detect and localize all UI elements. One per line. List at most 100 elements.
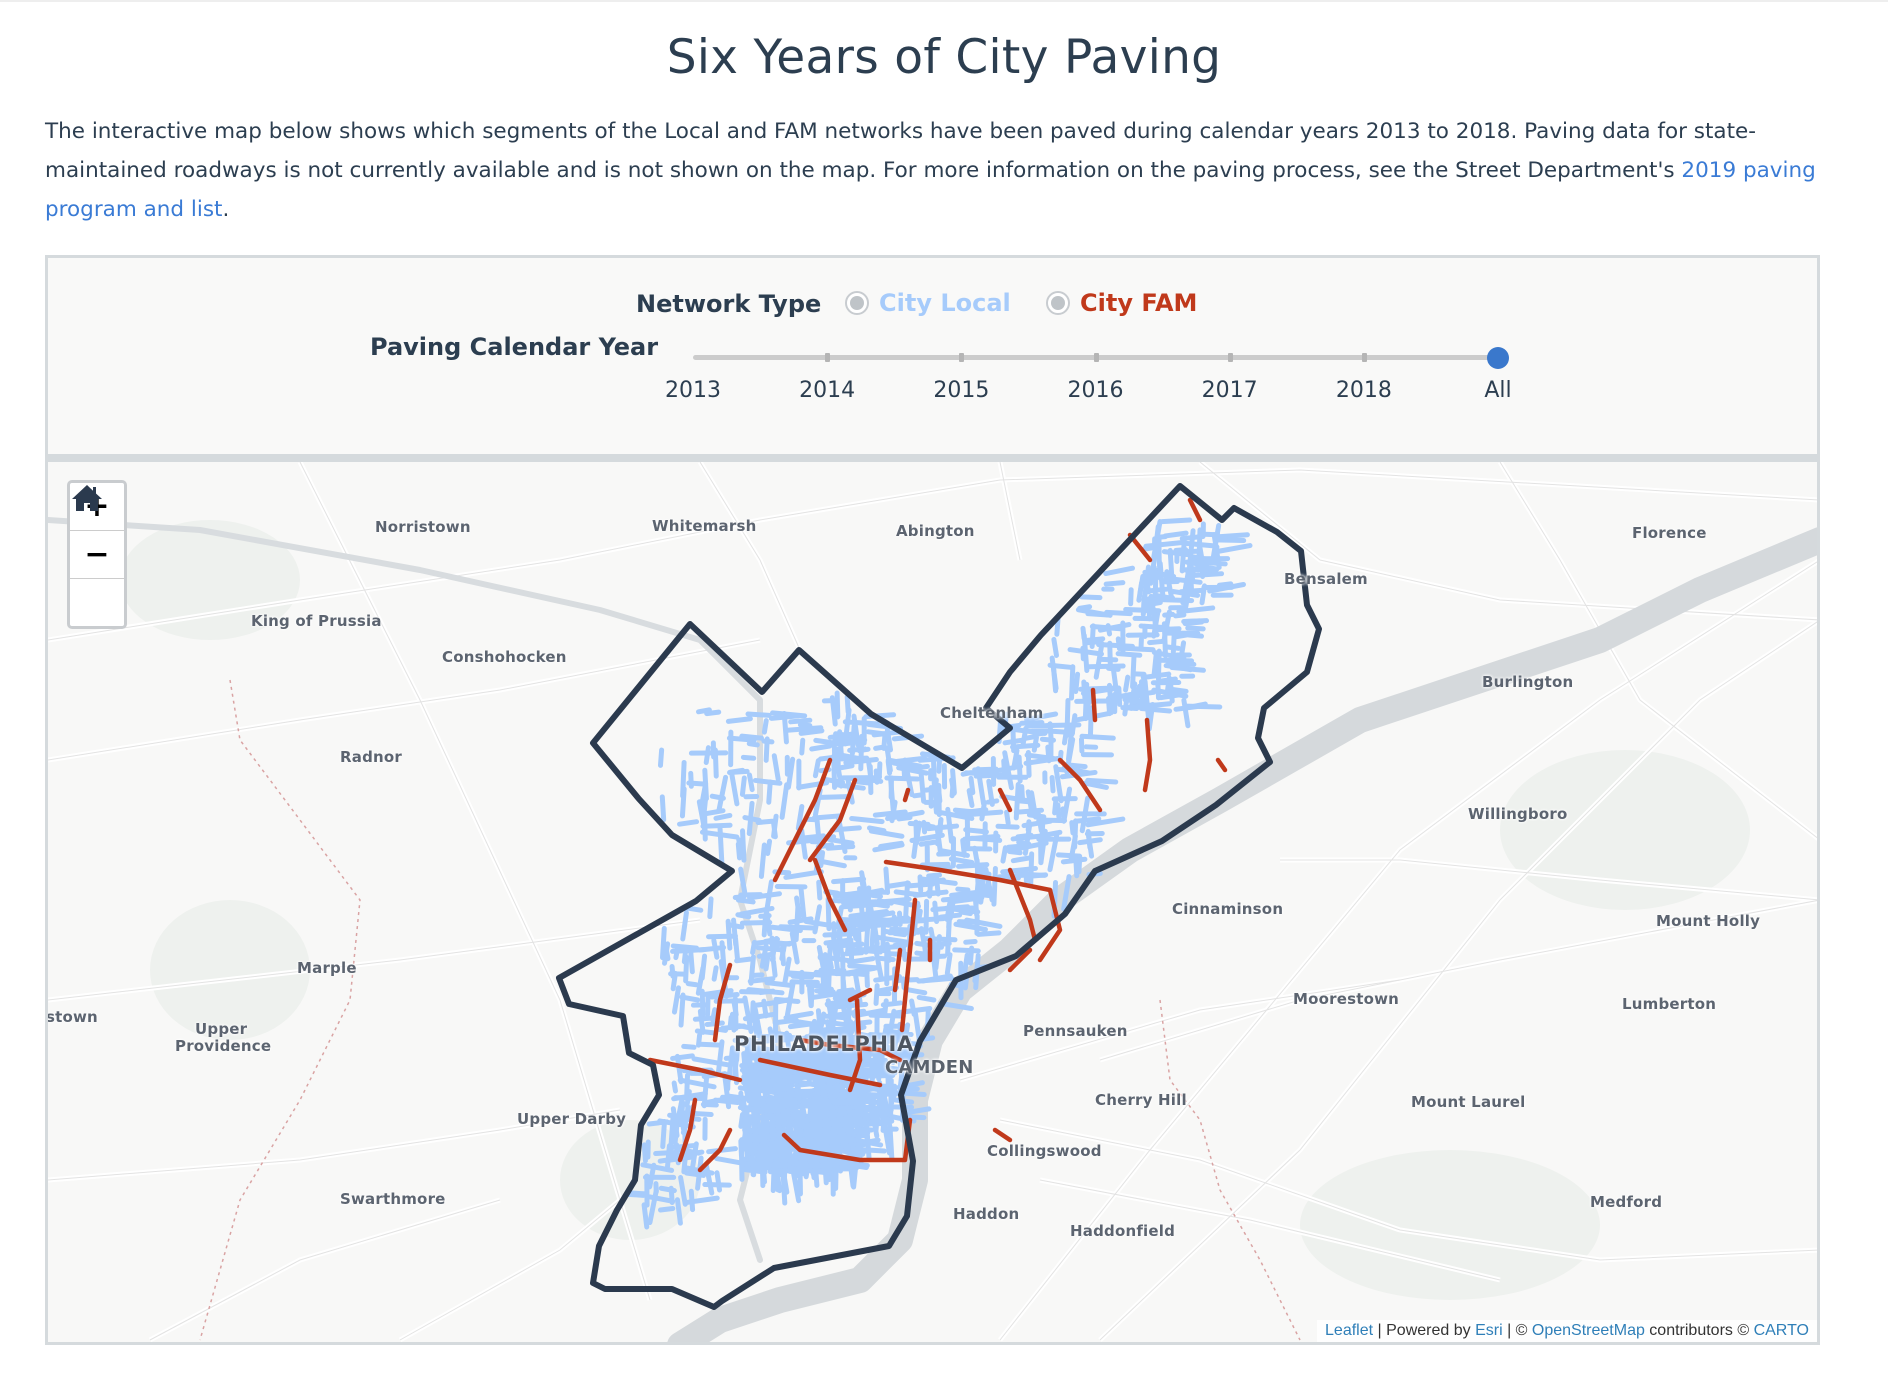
local-segment — [1079, 733, 1116, 741]
place-label: Lumberton — [1622, 995, 1717, 1013]
carto-link[interactable]: CARTO — [1754, 1322, 1809, 1339]
local-segment — [1105, 695, 1113, 717]
attribution-text: contributors © — [1644, 1322, 1754, 1339]
local-segment — [1025, 722, 1056, 729]
year-label-2017[interactable]: 2017 — [1190, 378, 1270, 403]
local-segment — [1146, 702, 1156, 732]
local-segment — [887, 929, 921, 936]
local-segment — [672, 1095, 705, 1101]
local-segment — [944, 900, 953, 922]
local-segment — [700, 1101, 719, 1108]
year-label-2016[interactable]: 2016 — [1056, 378, 1136, 403]
basemap-layer — [48, 462, 1817, 1342]
local-segment — [1064, 697, 1071, 738]
road — [48, 637, 761, 763]
local-segment — [1212, 537, 1247, 544]
local-segment — [686, 780, 708, 787]
local-segment — [657, 1206, 676, 1213]
leaflet-link[interactable]: Leaflet — [1325, 1322, 1373, 1339]
local-segment — [641, 1202, 650, 1230]
local-segment — [1004, 809, 1011, 826]
local-segment — [812, 904, 823, 935]
local-segment — [1051, 636, 1059, 658]
local-segment — [673, 946, 681, 961]
local-segment — [1016, 754, 1023, 784]
local-segment — [746, 800, 755, 837]
local-segment — [868, 918, 893, 926]
radio-city-fam[interactable]: City FAM — [1046, 289, 1197, 317]
place-label: Moorestown — [1293, 990, 1400, 1008]
radio-button-icon[interactable] — [845, 291, 869, 315]
paving-year-label: Paving Calendar Year — [370, 333, 659, 361]
local-segment — [685, 981, 699, 988]
local-segment — [750, 939, 757, 956]
local-segment — [739, 733, 764, 741]
year-label-all[interactable]: All — [1458, 378, 1538, 403]
local-segment — [848, 937, 855, 967]
local-segment — [1150, 564, 1157, 581]
local-segment — [956, 862, 990, 869]
local-segment — [869, 919, 877, 952]
paving-map[interactable]: leNorristownWhitemarshAbingtonFlorenceBe… — [48, 462, 1817, 1342]
local-segment — [1115, 651, 1143, 658]
local-segment — [962, 952, 970, 974]
local-segment — [662, 941, 671, 962]
local-segment — [771, 959, 778, 978]
radio-city-local[interactable]: City Local — [845, 289, 1011, 317]
local-segment — [1011, 748, 1020, 771]
local-segment — [1069, 664, 1076, 701]
local-segment — [1185, 625, 1206, 632]
local-segment — [763, 954, 771, 972]
local-segment — [975, 930, 1002, 937]
local-segment — [736, 1023, 756, 1031]
local-segment — [758, 913, 772, 919]
local-segment — [878, 840, 904, 849]
local-segment — [1147, 638, 1165, 646]
local-segment — [812, 1084, 821, 1107]
year-label-2014[interactable]: 2014 — [787, 378, 867, 403]
place-label: Whitemarsh — [652, 517, 757, 535]
local-segment — [822, 1099, 829, 1141]
esri-link[interactable]: Esri — [1475, 1322, 1503, 1339]
place-label: Pennsauken — [1023, 1022, 1128, 1040]
local-segment — [769, 1114, 776, 1128]
place-label: Medford — [1590, 1193, 1663, 1211]
local-segment — [770, 1156, 777, 1194]
zoom-out-button[interactable]: − — [70, 531, 124, 579]
local-segment — [960, 905, 975, 912]
local-segment — [873, 1107, 881, 1133]
local-segment — [763, 879, 774, 920]
place-label: Cinnaminson — [1172, 900, 1284, 918]
local-segment — [770, 710, 808, 719]
local-segment — [766, 779, 773, 805]
local-segment — [729, 772, 740, 807]
local-segment — [1085, 829, 1093, 851]
home-button[interactable] — [70, 485, 124, 626]
local-segment — [811, 1149, 820, 1188]
local-segment — [776, 1067, 784, 1084]
local-segment — [731, 917, 739, 947]
place-label: Florence — [1632, 524, 1707, 542]
local-segment — [1019, 720, 1045, 726]
osm-link[interactable]: OpenStreetMap — [1532, 1322, 1645, 1339]
year-label-2015[interactable]: 2015 — [921, 378, 1001, 403]
local-segment — [712, 1097, 741, 1106]
year-label-2013[interactable]: 2013 — [653, 378, 733, 403]
local-segment — [711, 937, 720, 960]
local-segment — [711, 965, 719, 982]
local-segment — [836, 763, 855, 771]
local-segment — [1084, 636, 1106, 643]
year-label-2018[interactable]: 2018 — [1324, 378, 1404, 403]
local-segment — [707, 896, 714, 920]
radio-button-icon[interactable] — [1046, 291, 1070, 315]
map-attribution: Leaflet | Powered by Esri | © OpenStreet… — [1317, 1320, 1817, 1342]
year-slider-handle[interactable] — [1487, 347, 1509, 369]
local-segment — [1103, 565, 1135, 577]
local-segment — [703, 1162, 715, 1196]
local-segment — [666, 1143, 697, 1151]
local-segment — [789, 979, 820, 985]
local-segment — [1117, 645, 1156, 653]
local-segment — [653, 1150, 678, 1157]
local-segment — [659, 794, 667, 823]
local-segment — [944, 952, 953, 976]
